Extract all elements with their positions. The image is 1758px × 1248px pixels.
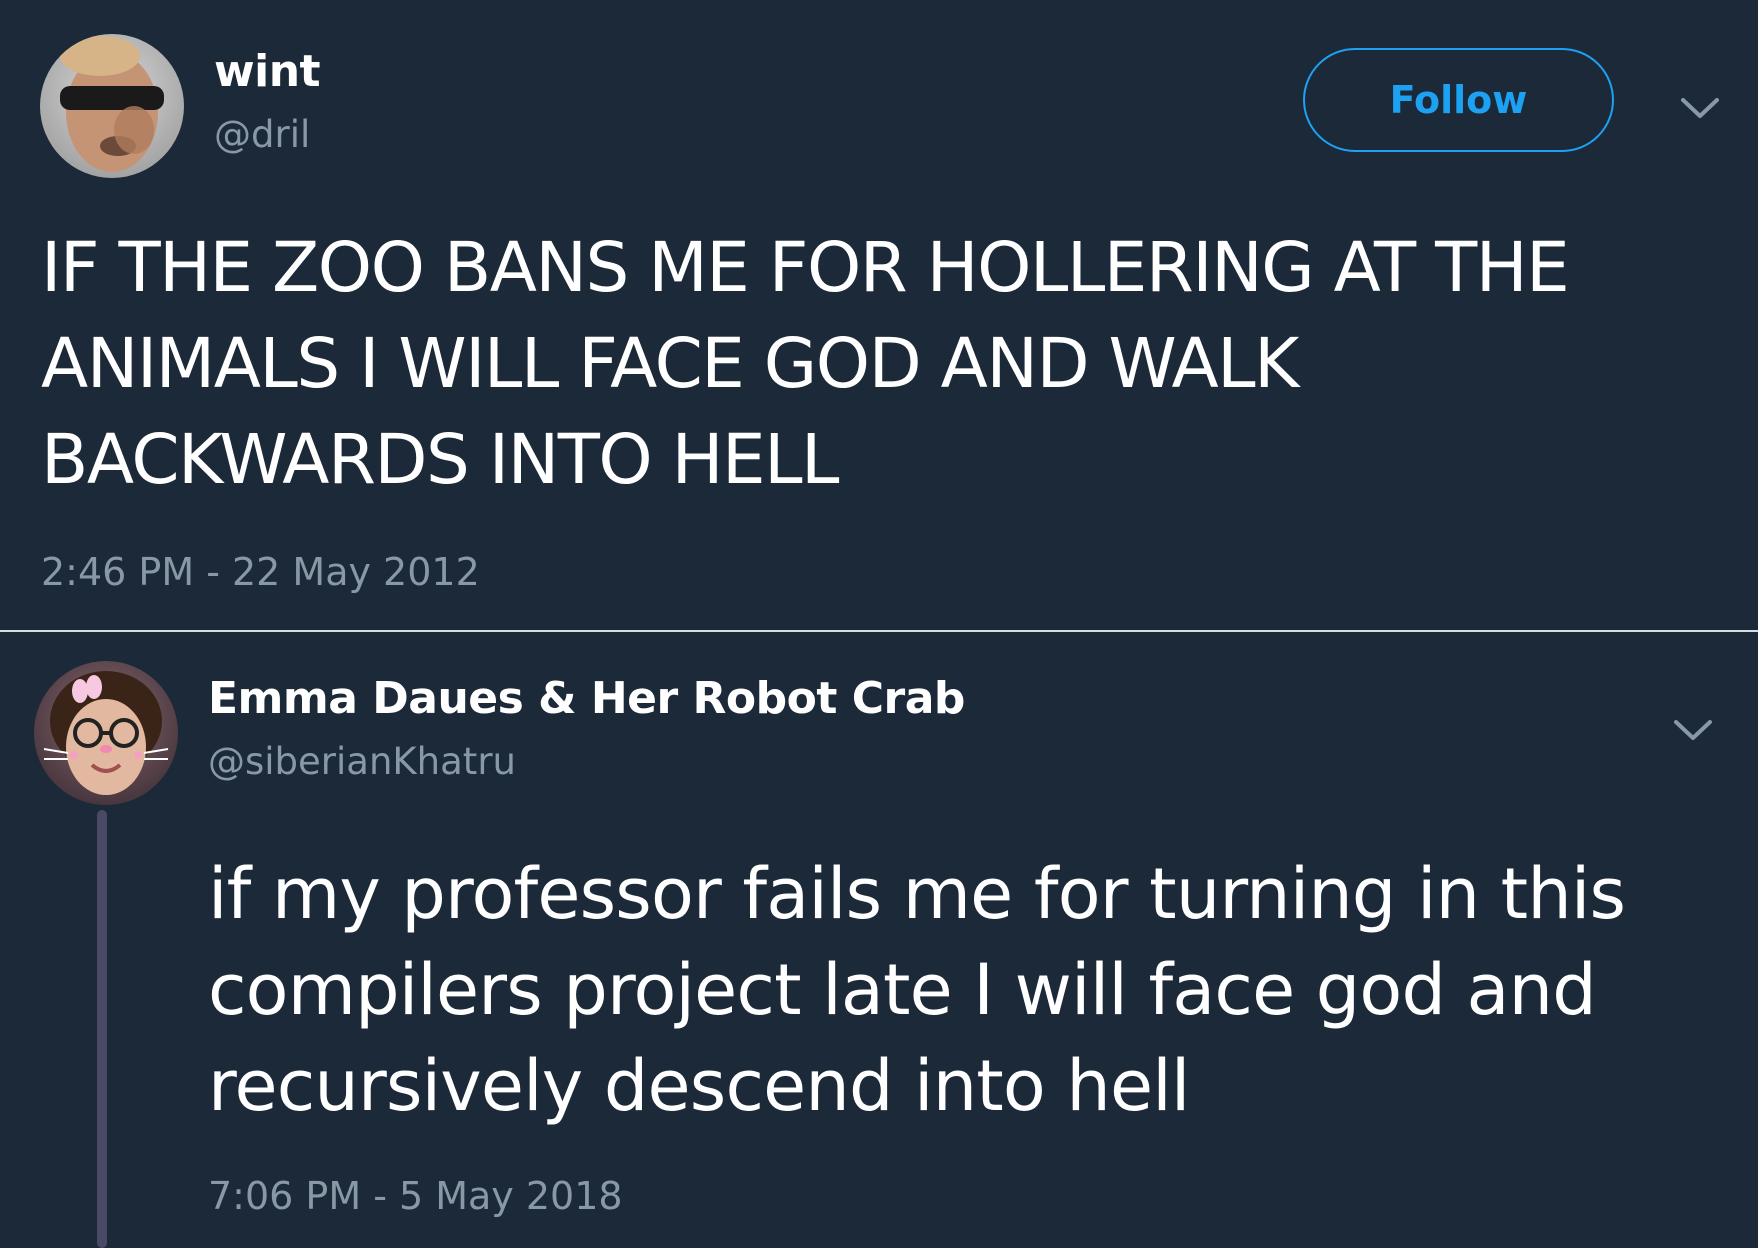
avatar-image <box>40 34 184 178</box>
chevron-down-icon[interactable] <box>1670 714 1716 744</box>
avatar-wint[interactable] <box>40 34 184 178</box>
tweet-timestamp[interactable]: 7:06 PM - 5 May 2018 <box>208 1174 623 1218</box>
user-handle[interactable]: @siberianKhatru <box>208 740 516 783</box>
user-handle[interactable]: @dril <box>214 113 310 156</box>
tweet-text: if my professor fails me for turning in … <box>208 853 1626 1127</box>
follow-button[interactable]: Follow <box>1303 48 1614 152</box>
tweet-timestamp[interactable]: 2:46 PM - 22 May 2012 <box>41 550 480 594</box>
chevron-down-icon[interactable] <box>1677 92 1723 122</box>
divider <box>0 630 1758 632</box>
avatar-siberianKhatru[interactable] <box>34 661 178 805</box>
tweet-original: wint @dril Follow IF THE ZOO BANS ME FOR… <box>0 0 1758 630</box>
avatar-image <box>34 661 178 805</box>
tweet-text: IF THE ZOO BANS ME FOR HOLLERING AT THE … <box>41 228 1570 500</box>
display-name[interactable]: wint <box>214 46 321 97</box>
display-name[interactable]: Emma Daues & Her Robot Crab <box>208 673 965 724</box>
thread-line <box>97 810 107 1248</box>
